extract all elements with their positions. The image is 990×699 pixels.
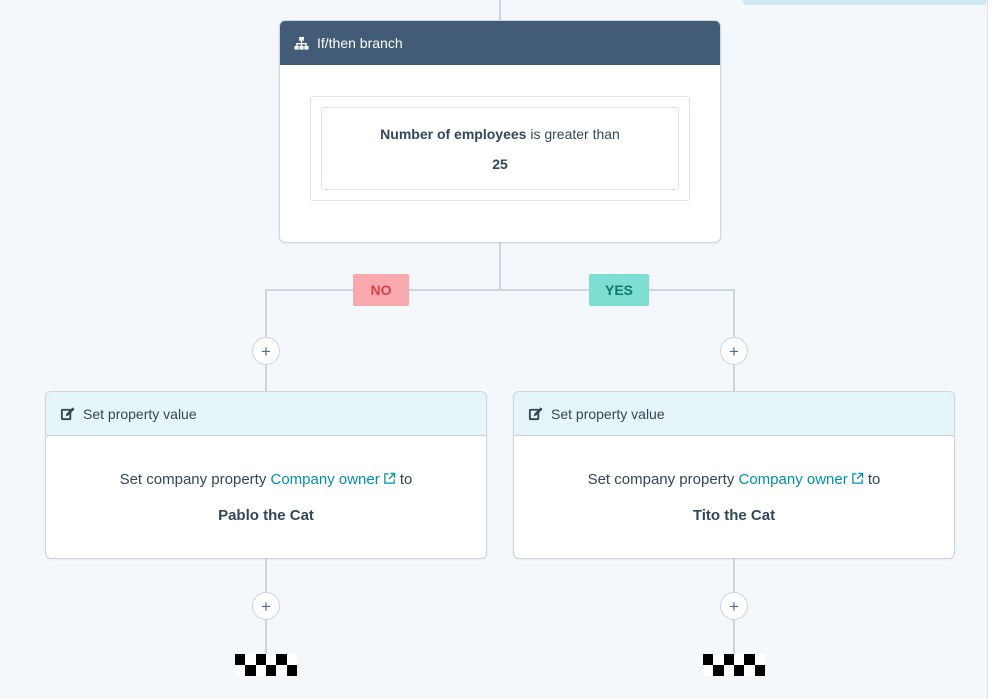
set-property-action-card-no[interactable]: Set property value Set company property …	[45, 391, 487, 559]
action-prefix: Set company property	[587, 470, 735, 488]
action-card-header[interactable]: Set property value	[46, 392, 486, 436]
add-action-button-after-no-action[interactable]: +	[252, 592, 280, 620]
external-link-icon	[851, 472, 863, 484]
action-value: Pablo the Cat	[218, 506, 314, 524]
branch-icon	[294, 36, 309, 50]
top-accent-bar	[742, 0, 986, 5]
add-action-button-no-branch[interactable]: +	[252, 337, 280, 365]
add-action-button-after-yes-action[interactable]: +	[720, 592, 748, 620]
action-title: Set property value	[551, 405, 665, 422]
action-description: Set company property Company owner to	[588, 462, 881, 498]
condition-group: Number of employees is greater than 25	[310, 96, 690, 201]
edit-icon	[60, 407, 75, 421]
set-property-action-card-yes[interactable]: Set property value Set company property …	[513, 391, 955, 559]
action-to-text: to	[867, 470, 881, 488]
yes-branch-badge: YES	[589, 274, 649, 306]
connector-yes-upper	[733, 289, 735, 337]
condition-value: 25	[492, 155, 508, 172]
action-body: Set company property Company owner to Pa…	[46, 436, 486, 558]
condition-property: Number of employees	[380, 125, 527, 142]
connector-no-lower	[265, 364, 267, 392]
condition-line: Number of employees is greater than	[380, 119, 620, 149]
connector-no-bottom-1	[265, 558, 267, 592]
connector-yes-bottom-2	[733, 620, 735, 654]
connector-top	[499, 0, 501, 20]
action-card-header[interactable]: Set property value	[514, 392, 954, 436]
condition-operator: is greater than	[530, 125, 620, 142]
action-title: Set property value	[83, 405, 197, 422]
no-branch-badge: NO	[353, 274, 409, 306]
end-flag-icon-yes-branch	[703, 654, 765, 676]
action-value: Tito the Cat	[692, 506, 776, 524]
edit-icon	[528, 407, 543, 421]
action-description: Set company property Company owner to	[120, 462, 413, 498]
external-link-icon	[383, 472, 395, 484]
add-action-button-yes-branch[interactable]: +	[720, 337, 748, 365]
connector-no-bottom-2	[265, 620, 267, 654]
company-owner-link[interactable]: Company owner	[739, 471, 864, 488]
workflow-canvas: If/then branch Number of employees is gr…	[0, 0, 990, 699]
connector-yes-bottom-1	[733, 558, 735, 592]
end-flag-icon-no-branch	[235, 654, 297, 676]
connector-branch-horizontal	[265, 289, 735, 291]
company-owner-link[interactable]: Company owner	[271, 471, 396, 488]
if-then-branch-card[interactable]: If/then branch Number of employees is gr…	[279, 20, 721, 243]
action-to-text: to	[399, 470, 413, 488]
connector-branch-stem	[499, 242, 501, 290]
company-owner-link-label: Company owner	[738, 470, 848, 488]
connector-no-upper	[265, 289, 267, 337]
company-owner-link-label: Company owner	[270, 470, 380, 488]
connector-yes-lower	[733, 364, 735, 392]
branch-card-header[interactable]: If/then branch	[280, 21, 720, 65]
branch-title: If/then branch	[317, 35, 403, 51]
condition-box[interactable]: Number of employees is greater than 25	[321, 107, 679, 190]
action-prefix: Set company property	[119, 470, 267, 488]
action-body: Set company property Company owner to Ti…	[514, 436, 954, 558]
